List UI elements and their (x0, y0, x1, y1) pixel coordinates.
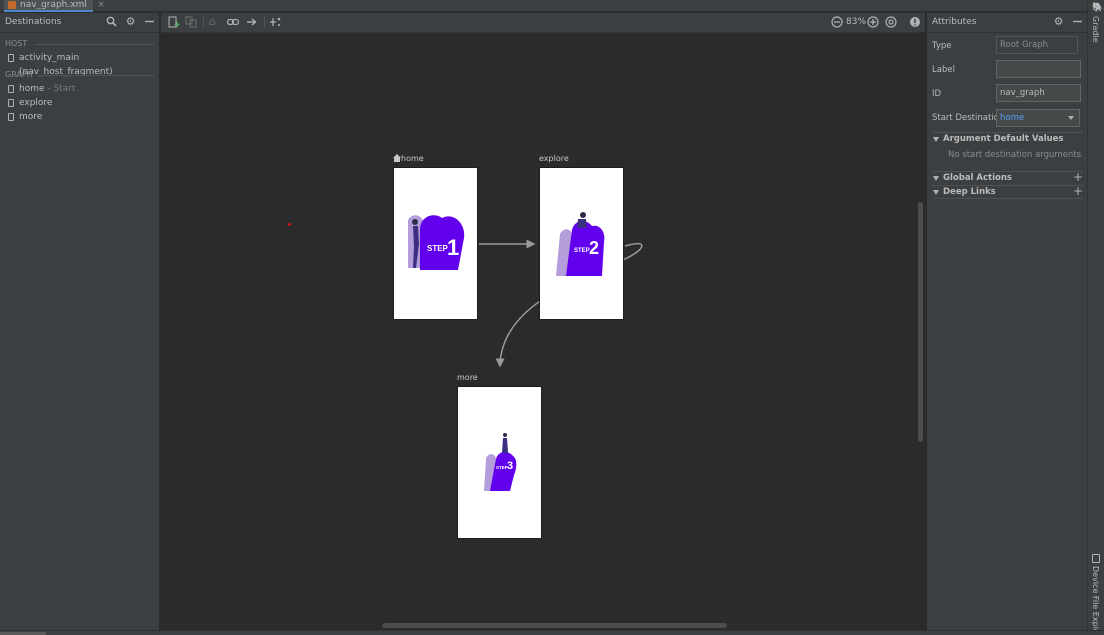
destination-item-home[interactable]: home - Start (0, 82, 159, 96)
minimize-icon[interactable] (1072, 16, 1083, 27)
status-bar (0, 630, 1104, 635)
step-word: STEP (427, 244, 449, 253)
deep-link-icon[interactable] (226, 16, 240, 31)
auto-arrange-icon[interactable] (270, 16, 282, 31)
destination-node-explore[interactable]: STEP 2 (539, 167, 624, 320)
destination-title-more: more (457, 373, 478, 382)
start-destination-value: home (1000, 113, 1025, 123)
host-section-label: HOST (0, 39, 159, 48)
navigation-graph-canvas[interactable]: home STEP 1 explore STEP 2 more STEP 3 (161, 34, 925, 630)
type-label: Type (932, 41, 952, 51)
destination-label: explore (19, 98, 53, 108)
collapse-triangle-icon (933, 190, 939, 195)
destination-title-explore: explore (539, 154, 569, 163)
horizontal-scrollbar[interactable] (382, 623, 727, 628)
gear-icon[interactable]: ⚙ (125, 16, 136, 27)
gear-icon[interactable]: ⚙ (1053, 16, 1064, 27)
panel-title: Attributes (932, 17, 977, 27)
step-3-illustration: STEP 3 (484, 433, 517, 491)
fragment-icon (8, 85, 14, 93)
device-file-explorer-button[interactable]: Device File Explorer (1091, 566, 1100, 635)
device-icon (1092, 554, 1100, 563)
collapse-triangle-icon (933, 137, 939, 142)
start-destination-select[interactable]: home (996, 109, 1080, 127)
ide-window: nav_graph.xml × Destinations ⚙ HOST acti… (0, 0, 1104, 635)
step-word: STEP (496, 465, 508, 470)
graph-toolbar: ⌂ 83% (161, 13, 925, 33)
no-arguments-note: No start destination arguments (948, 150, 1082, 160)
tab-label: nav_graph.xml (20, 0, 87, 10)
gradle-elephant-icon: 🐘 (1092, 3, 1104, 13)
add-global-action-icon[interactable]: + (1073, 171, 1083, 184)
step-2-illustration: STEP 2 (556, 212, 605, 276)
label-field[interactable] (996, 60, 1081, 78)
destination-title-home: home (393, 154, 424, 163)
attributes-header: Attributes ⚙ (927, 13, 1087, 33)
zoom-to-fit-icon[interactable] (885, 16, 897, 31)
tab-nav-graph[interactable]: nav_graph.xml × (4, 0, 105, 12)
action-arrow-icon[interactable] (246, 16, 258, 31)
editor-tab-bar: nav_graph.xml × (0, 0, 1087, 12)
global-actions-group[interactable]: Global Actions + (932, 171, 1083, 185)
id-label: ID (932, 89, 942, 99)
destination-label: home (19, 84, 45, 94)
zoom-in-icon[interactable] (867, 16, 879, 31)
add-deep-link-icon[interactable]: + (1073, 185, 1083, 198)
start-tag: - Start (44, 84, 76, 94)
destinations-header: Destinations ⚙ (0, 13, 159, 33)
zoom-out-icon[interactable] (831, 16, 843, 31)
destination-item-more[interactable]: more (0, 110, 159, 124)
id-field[interactable]: nav_graph (996, 84, 1081, 102)
new-destination-icon[interactable] (168, 16, 180, 31)
chevron-down-icon (1068, 116, 1074, 120)
graph-section-label: GRAPH (0, 70, 159, 79)
activity-icon (8, 54, 14, 62)
issues-icon[interactable] (909, 16, 921, 31)
vertical-scrollbar[interactable] (918, 202, 923, 442)
fragment-icon (8, 99, 14, 107)
zoom-level: 83% (846, 17, 867, 27)
label-label: Label (932, 65, 955, 75)
search-icon[interactable] (106, 16, 117, 27)
deep-links-group[interactable]: Deep Links + (932, 185, 1083, 199)
action-arrows (479, 239, 643, 368)
type-field: Root Graph (996, 36, 1078, 54)
destination-node-more[interactable]: STEP 3 (457, 386, 542, 539)
minimize-icon[interactable] (144, 16, 155, 27)
step-number: 3 (507, 460, 513, 472)
xml-file-icon (8, 1, 16, 9)
toolbar-divider (203, 17, 204, 28)
step-word: STEP (574, 248, 590, 254)
nested-graph-icon[interactable] (185, 16, 197, 31)
close-icon[interactable]: × (97, 0, 105, 10)
fragment-icon (8, 113, 14, 121)
destinations-panel: Destinations ⚙ HOST activity_main (nav_h… (0, 13, 160, 630)
home-icon[interactable]: ⌂ (209, 16, 216, 28)
destination-label: more (19, 112, 43, 122)
argument-defaults-group[interactable]: Argument Default Values (932, 132, 1083, 146)
gradle-tool-button[interactable]: Gradle (1091, 16, 1100, 43)
step-number: 1 (447, 235, 459, 260)
step-number: 2 (589, 238, 599, 258)
panel-title: Destinations (5, 17, 62, 27)
host-activity-item[interactable]: activity_main (nav_host_fragment) (0, 51, 159, 77)
start-destination-home-icon (393, 154, 401, 162)
divider (932, 198, 1083, 199)
toolbar-divider (264, 17, 265, 28)
attributes-panel: Attributes ⚙ Type Root Graph Label ID na… (926, 13, 1087, 630)
start-destination-label: Start Destination (932, 113, 1005, 123)
destination-item-explore[interactable]: explore (0, 96, 159, 110)
destination-node-home[interactable]: STEP 1 (393, 167, 478, 320)
right-tool-strip: 🐘 Gradle Device File Explorer (1087, 0, 1104, 635)
collapse-triangle-icon (933, 176, 939, 181)
step-1-illustration: STEP 1 (408, 215, 465, 270)
